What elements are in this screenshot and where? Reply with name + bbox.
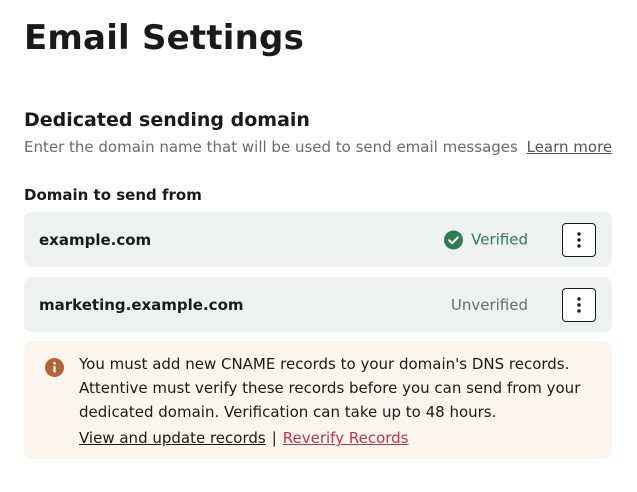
more-options-button[interactable] bbox=[562, 287, 596, 322]
section-title: Dedicated sending domain bbox=[24, 109, 310, 131]
more-options-button[interactable] bbox=[562, 222, 596, 257]
section-description: Enter the domain name that will be used … bbox=[24, 138, 612, 156]
check-circle-icon bbox=[444, 230, 464, 249]
domain-name: example.com bbox=[39, 230, 152, 249]
link-separator: | bbox=[271, 429, 277, 447]
status-badge-verified: Verified bbox=[444, 230, 528, 249]
vertical-ellipsis-icon bbox=[577, 231, 581, 248]
vertical-ellipsis-icon bbox=[577, 296, 581, 313]
alert-actions: View and update records | Reverify Records bbox=[79, 426, 409, 450]
view-update-records-link[interactable]: View and update records bbox=[79, 429, 266, 447]
dns-records-alert: You must add new CNAME records to your d… bbox=[24, 341, 612, 459]
learn-more-link[interactable]: Learn more bbox=[527, 138, 613, 156]
page-title: Email Settings bbox=[24, 18, 305, 58]
status-text: Unverified bbox=[450, 295, 528, 314]
alert-message: You must add new CNAME records to your d… bbox=[79, 355, 581, 421]
domain-field-label: Domain to send from bbox=[24, 186, 202, 204]
status-text: Verified bbox=[471, 230, 528, 249]
status-badge-unverified: Unverified bbox=[451, 296, 528, 314]
reverify-records-link[interactable]: Reverify Records bbox=[283, 429, 409, 447]
domain-row-example: example.com Verified bbox=[24, 212, 612, 267]
section-description-text: Enter the domain name that will be used … bbox=[24, 138, 518, 156]
info-icon bbox=[45, 358, 64, 377]
domain-name: marketing.example.com bbox=[39, 295, 244, 314]
domain-row-marketing: marketing.example.com Unverified bbox=[24, 277, 612, 332]
